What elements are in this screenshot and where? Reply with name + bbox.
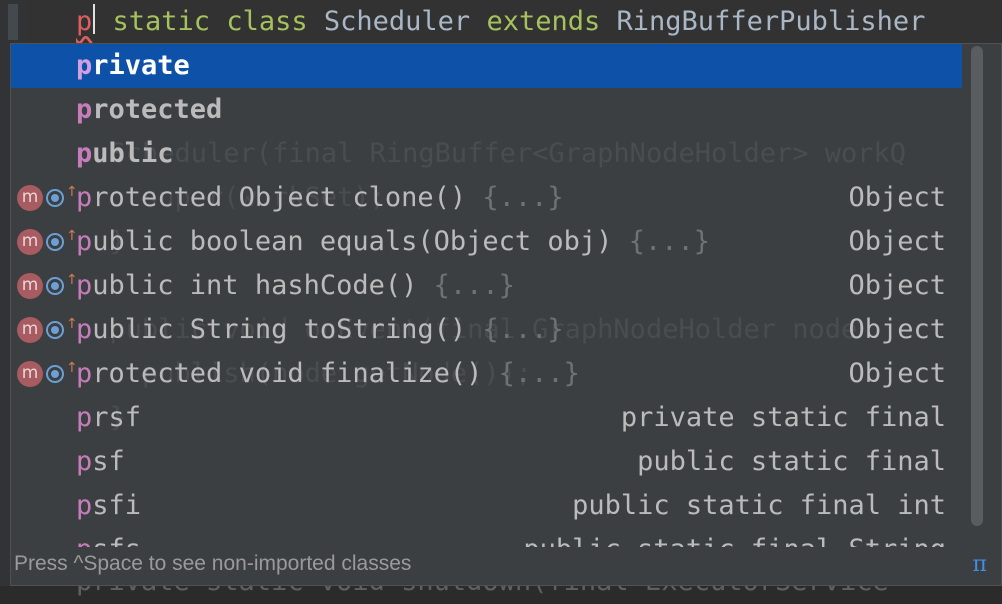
completion-match: p	[76, 50, 93, 81]
completion-item-label: public String toString() {...}	[76, 308, 564, 352]
completion-rest: rsf	[92, 402, 142, 433]
completion-item-label: psf	[76, 440, 125, 484]
public-visibility-icon	[46, 321, 64, 339]
completion-item[interactable]: m ↑ protected Object clone() {...} Object	[11, 176, 962, 220]
completion-item[interactable]: m ↑ public String toString() {...} Object	[11, 308, 962, 352]
typed-prefix: p	[76, 6, 93, 37]
completion-item[interactable]: psfi public static final int	[11, 484, 962, 528]
completion-hint: Press ^Space to see non-imported classes	[14, 552, 412, 575]
completion-match: p	[76, 138, 93, 169]
completion-item-type: Object	[848, 182, 946, 213]
completion-list[interactable]: private protected public m ↑ protected Object…	[11, 44, 962, 572]
method-icon: m	[17, 229, 43, 255]
completion-rest: ublic boolean equals(Object obj)	[92, 226, 629, 257]
completion-item-type: Object	[848, 314, 946, 345]
completion-item-type: public static final	[637, 446, 946, 477]
completion-rest: ublic	[92, 138, 174, 169]
method-override-icon: m ↑	[17, 228, 78, 255]
completion-match: p	[76, 270, 93, 301]
completion-rest: rotected	[92, 94, 223, 125]
method-icon: m	[17, 273, 43, 299]
method-icon: m	[17, 361, 43, 387]
completion-fold: {...}	[498, 358, 580, 389]
completion-item-label: prsf	[76, 396, 141, 440]
method-override-icon: m ↑	[17, 272, 78, 299]
completion-fold: {...}	[482, 314, 564, 345]
completion-scrollbar[interactable]	[971, 46, 983, 526]
completion-item-label: psfi	[76, 484, 141, 528]
completion-rest: rotected void finalize()	[92, 358, 499, 389]
completion-item[interactable]: m ↑ protected void finalize() {...} Object	[11, 352, 962, 396]
completion-match: p	[76, 314, 93, 345]
completion-rest: sfi	[92, 490, 142, 521]
code-superclass-name: RingBufferPublisher	[616, 6, 926, 37]
code-keyword-class: class	[226, 6, 308, 37]
completion-popup[interactable]: implements WorkHandler<GraphNodeHolder> …	[10, 43, 1002, 586]
completion-fold: {...}	[482, 182, 564, 213]
completion-item-type: Object	[848, 270, 946, 301]
completion-item-label: private	[76, 44, 190, 88]
completion-rest: sf	[92, 446, 125, 477]
completion-match: p	[76, 226, 93, 257]
completion-item-type: Object	[848, 358, 946, 389]
completion-rest: ublic String toString()	[92, 314, 483, 345]
completion-match: p	[76, 402, 93, 433]
completion-match: p	[76, 490, 93, 521]
scrollbar-thumb[interactable]	[971, 46, 983, 526]
completion-item-label: protected	[76, 88, 222, 132]
completion-item-label: protected Object clone() {...}	[76, 176, 564, 220]
pi-icon[interactable]: π	[973, 552, 987, 577]
completion-fold: {...}	[628, 226, 710, 257]
completion-item[interactable]: m ↑ public int hashCode() {...} Object	[11, 264, 962, 308]
completion-item[interactable]: public	[11, 132, 962, 176]
code-keyword-extends: extends	[486, 6, 601, 37]
completion-item[interactable]: protected	[11, 88, 962, 132]
completion-rest: ublic int hashCode()	[92, 270, 434, 301]
method-override-icon: m ↑	[17, 184, 78, 211]
completion-item-type: Object	[848, 226, 946, 257]
completion-item-type: private static final	[620, 402, 946, 433]
completion-match: p	[76, 358, 93, 389]
completion-item[interactable]: private	[11, 44, 962, 88]
completion-item-label: public boolean equals(Object obj) {...}	[76, 220, 710, 264]
code-line-current[interactable]: p static class Scheduler extends RingBuf…	[76, 0, 925, 44]
completion-fold: {...}	[433, 270, 515, 301]
completion-item[interactable]: m ↑ public boolean equals(Object obj) {...…	[11, 220, 962, 264]
completion-match: p	[76, 94, 93, 125]
completion-footer: Press ^Space to see non-imported classes…	[11, 547, 1001, 585]
completion-item[interactable]: psf public static final	[11, 440, 962, 484]
public-visibility-icon	[46, 365, 64, 383]
completion-rest: rivate	[92, 50, 190, 81]
public-visibility-icon	[46, 189, 64, 207]
completion-item-label: public	[76, 132, 174, 176]
completion-item[interactable]: prsf private static final	[11, 396, 962, 440]
method-icon: m	[17, 317, 43, 343]
method-override-icon: m ↑	[17, 360, 78, 387]
code-keyword-static: static	[112, 6, 211, 37]
completion-item-label: protected void finalize() {...}	[76, 352, 580, 396]
code-class-name: Scheduler	[323, 6, 471, 37]
completion-item-type: public static final int	[572, 490, 946, 521]
method-override-icon: m ↑	[17, 316, 78, 343]
text-caret	[93, 4, 96, 34]
gutter-marker	[8, 4, 18, 40]
public-visibility-icon	[46, 233, 64, 251]
completion-item-label: public int hashCode() {...}	[76, 264, 515, 308]
completion-match: p	[76, 182, 93, 213]
completion-match: p	[76, 446, 93, 477]
public-visibility-icon	[46, 277, 64, 295]
completion-rest: rotected Object clone()	[92, 182, 483, 213]
method-icon: m	[17, 185, 43, 211]
